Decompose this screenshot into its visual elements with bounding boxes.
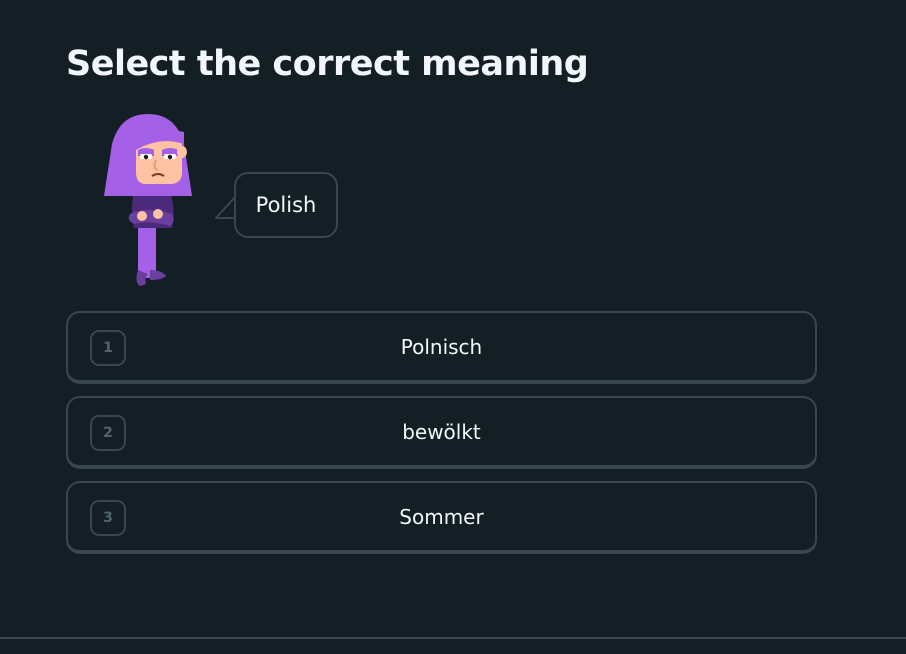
- choice-key-badge: 3: [90, 500, 126, 536]
- lily-character-icon: [100, 110, 200, 292]
- speech-bubble-text: Polish: [255, 193, 317, 217]
- choice-label: Sommer: [399, 504, 484, 529]
- page-title: Select the correct meaning: [66, 44, 589, 84]
- speech-bubble: Polish: [234, 172, 338, 238]
- lesson-screen: Select the correct meaning Polish 1 Poln…: [0, 0, 906, 654]
- choice-option-2[interactable]: 2 bewölkt: [66, 396, 817, 469]
- choice-key-badge: 1: [90, 330, 126, 366]
- choice-label: bewölkt: [402, 419, 481, 444]
- choice-list: 1 Polnisch 2 bewölkt 3 Sommer: [66, 311, 817, 566]
- choice-option-1[interactable]: 1 Polnisch: [66, 311, 817, 384]
- footer-divider: [0, 637, 906, 639]
- choice-option-3[interactable]: 3 Sommer: [66, 481, 817, 554]
- choice-label: Polnisch: [400, 334, 483, 359]
- choice-key-badge: 2: [90, 415, 126, 451]
